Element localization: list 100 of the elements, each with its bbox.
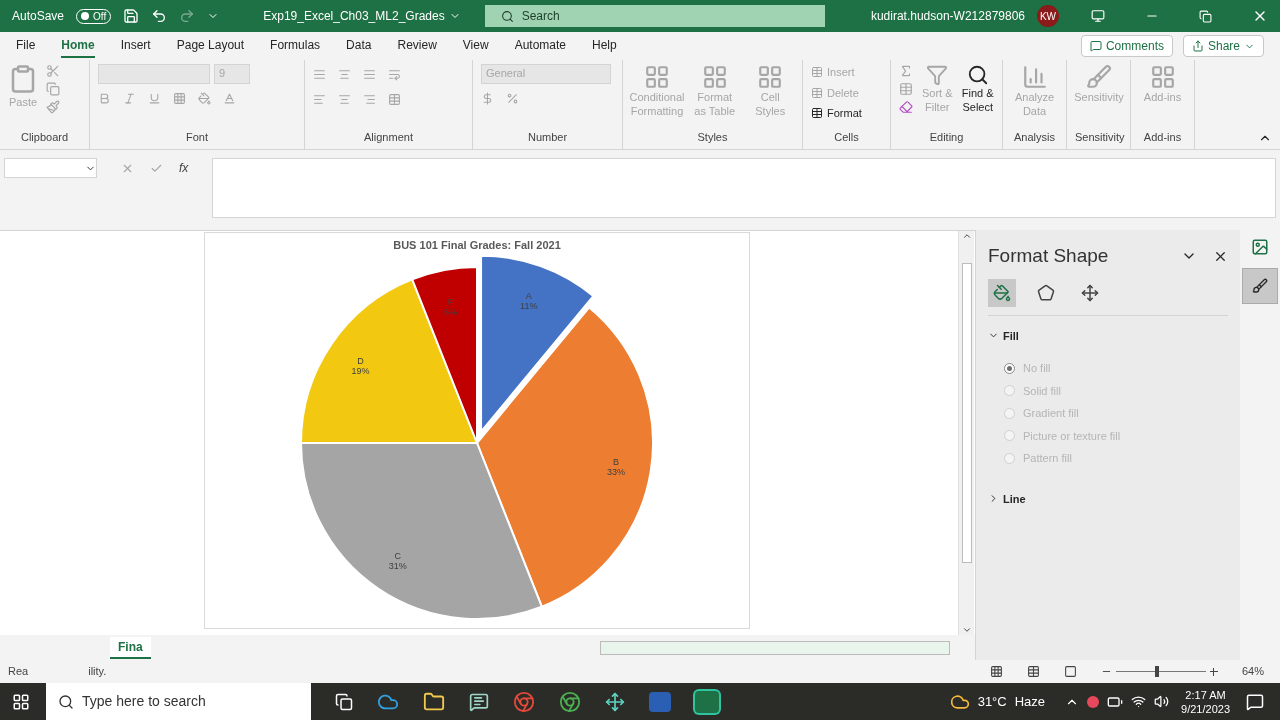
zoom-thumb[interactable] [1154, 666, 1159, 677]
start-icon[interactable] [12, 692, 30, 711]
ribbon-tab[interactable]: Formulas [270, 34, 321, 58]
comments-button[interactable]: Comments [1080, 35, 1173, 57]
formula-input[interactable] [212, 158, 1276, 218]
ribbon-tab[interactable]: Data [346, 34, 372, 58]
clear-icon[interactable] [899, 100, 913, 114]
zoom-in-icon[interactable] [1209, 667, 1218, 676]
align-right-icon[interactable] [363, 93, 376, 106]
scroll-up-icon[interactable] [961, 231, 972, 241]
wifi-icon[interactable] [1131, 694, 1147, 709]
format-button[interactable] [1242, 268, 1278, 304]
ribbon-tab[interactable]: Automate [514, 34, 566, 58]
cut-icon[interactable] [46, 64, 60, 78]
file-name-button[interactable]: Exp19_Excel_Ch03_ML2_Grades [263, 7, 461, 25]
italic-icon[interactable] [123, 92, 136, 105]
vertical-scrollbar[interactable] [958, 231, 974, 635]
format-painter-icon[interactable] [46, 100, 60, 114]
data-label: D 19% [351, 355, 370, 376]
zoom-level[interactable]: 64% [1241, 663, 1264, 680]
font-color-icon[interactable] [223, 92, 236, 105]
fill-color-icon[interactable] [198, 92, 211, 105]
bold-icon[interactable] [98, 92, 111, 105]
record-icon[interactable] [1087, 695, 1100, 708]
chrome-icon[interactable] [513, 690, 535, 713]
pie-slice[interactable] [300, 278, 478, 444]
ribbon-tab[interactable]: Insert [120, 34, 151, 58]
group-label: Styles [696, 129, 729, 145]
normal-view-icon[interactable] [989, 665, 1003, 678]
cells-button[interactable]: Format [811, 105, 862, 122]
horizontal-scrollbar[interactable] [600, 640, 950, 655]
section-header[interactable]: Fill [988, 327, 1019, 344]
group-label: Analysis [1013, 129, 1056, 145]
grid-icon [757, 64, 784, 90]
page-layout-icon[interactable] [1026, 665, 1040, 678]
paint-bucket-icon [993, 283, 1011, 302]
ribbon-tab[interactable]: File [16, 34, 36, 58]
brush-icon [1252, 278, 1268, 294]
autosum-icon[interactable] [899, 64, 913, 78]
data-label: B 33% [607, 457, 626, 478]
percent-icon[interactable] [506, 92, 519, 105]
search-icon [58, 693, 74, 710]
ribbon-tab[interactable]: Page Layout [176, 34, 245, 58]
ribbon-display-icon[interactable] [1091, 9, 1105, 23]
data-label: C 31% [388, 551, 407, 572]
undo-icon[interactable] [151, 8, 168, 24]
comment-icon [1089, 40, 1102, 52]
save-icon[interactable] [123, 8, 140, 24]
search-icon [966, 64, 989, 86]
autosave-label: AutoSave [12, 8, 65, 25]
volume-icon[interactable] [1154, 694, 1170, 709]
share-button[interactable]: Share [1182, 35, 1264, 57]
merge-icon[interactable] [388, 93, 401, 106]
align-left-icon[interactable] [313, 93, 326, 106]
ribbon-tab[interactable]: Help [592, 34, 617, 58]
user-avatar[interactable]: KW [1037, 5, 1059, 27]
clock-time[interactable]: 2:17 AM [1185, 687, 1226, 702]
group-label: Cells [833, 129, 860, 145]
task-view-icon[interactable] [335, 692, 353, 711]
search-field[interactable]: Search [484, 5, 825, 27]
pie-slice[interactable] [411, 266, 478, 444]
chart-area[interactable]: BUS 101 Final Grades: Fall 2021 A 11% B 33% C 31% D 19% F 6% [204, 232, 750, 629]
chrome-icon[interactable] [559, 690, 581, 713]
grid-icon [644, 64, 670, 90]
bar-chart-icon [1021, 64, 1048, 90]
copy-icon[interactable] [46, 82, 60, 96]
sheet-tab[interactable]: Fina [110, 636, 151, 659]
editing-button[interactable]: Find & Select [961, 64, 994, 114]
ribbon-tab[interactable]: Home [61, 34, 95, 58]
taskbar-search-field[interactable]: Type here to search [46, 683, 311, 720]
font-name-field[interactable] [98, 64, 210, 84]
group-label: Editing [928, 129, 965, 145]
section-header[interactable]: Line [988, 490, 1026, 507]
user-name: kudirat.hudson-W212879806 [870, 8, 1025, 25]
move-icon [1081, 283, 1099, 302]
search-placeholder: Search [521, 8, 560, 25]
filter-icon [926, 64, 949, 86]
temperature[interactable]: 31°C [977, 691, 1007, 712]
weather-text[interactable]: Haze [1014, 691, 1046, 712]
clock-date[interactable]: 9/21/2023 [1181, 701, 1230, 716]
scroll-down-icon[interactable] [961, 625, 972, 635]
search-icon [500, 9, 514, 23]
restore-icon[interactable] [1199, 9, 1212, 23]
align-center-icon[interactable] [338, 93, 351, 106]
currency-icon[interactable] [481, 92, 494, 105]
ribbon-tab[interactable]: Review [397, 34, 437, 58]
ribbon-tab[interactable]: View [462, 34, 489, 58]
pentagon-icon [1037, 283, 1055, 302]
zoom-slider[interactable] [1115, 666, 1206, 677]
pane-tab[interactable] [988, 278, 1016, 307]
scroll-thumb[interactable] [961, 263, 972, 563]
align-middle-icon[interactable] [338, 68, 351, 81]
folder-icon[interactable] [423, 690, 445, 713]
borders-icon[interactable] [173, 92, 186, 105]
page-break-icon[interactable] [1063, 665, 1077, 678]
notifications-icon[interactable] [1246, 692, 1264, 711]
pie-slice[interactable] [300, 442, 543, 620]
insert-function-button[interactable]: fx [179, 159, 189, 177]
wrap-text-icon[interactable] [388, 68, 401, 81]
picture-icon[interactable] [1251, 238, 1269, 256]
